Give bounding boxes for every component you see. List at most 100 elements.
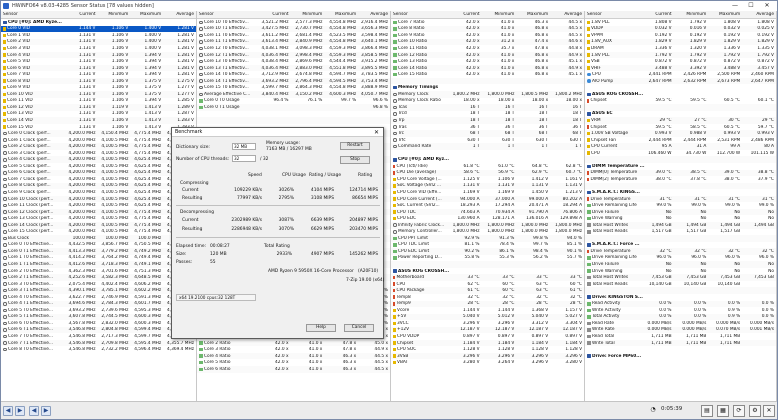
cancel-button[interactable]: Cancel bbox=[344, 324, 374, 332]
sensor-row[interactable]: Core 4 Clock (perf... 4,200.0 MHz 4,100.5 … bbox=[1, 156, 196, 164]
restart-button[interactable]: Restart bbox=[340, 142, 370, 150]
sensor-row[interactable]: Read Activity 0.0 % 0.0 % 0.0 % 0.0 % bbox=[585, 300, 776, 308]
sensor-row[interactable]: Core 1 Clock (perf... 4,200.0 MHz 4,100.5 … bbox=[1, 137, 196, 144]
sensor-row[interactable]: Core 15 VID1.131 V1.106 V1.413 V1.283 V bbox=[1, 124, 196, 131]
sensor-row[interactable]: Core 2 Clock (perf... 4,200.0 MHz 4,100.5 … bbox=[1, 143, 196, 150]
collapse-right-icon[interactable]: ▶ bbox=[15, 405, 25, 416]
sensor-row[interactable]: CPU EDC Limit 90.2 % 86.1 % 98.4 % 90.1 % bbox=[391, 248, 584, 255]
sensor-row[interactable]: Core 13 T1 Effectiv... 4,036.4 MHz 2,883.0… bbox=[197, 64, 390, 72]
column-header-current[interactable]: Current bbox=[449, 12, 482, 17]
sensor-row[interactable]: Drive Failure No No No No bbox=[585, 261, 776, 268]
dictionary-select[interactable]: 32 MB bbox=[232, 143, 256, 150]
sensor-row[interactable]: VPPM 0.192 V 0.192 V 0.192 V 0.192 V bbox=[585, 32, 776, 39]
settings-icon[interactable]: ⚙ bbox=[749, 405, 761, 417]
sensor-row[interactable]: Memory Clock 1,800.2 MHz 1,800.0 MHz 1,800.… bbox=[391, 91, 584, 98]
nav-left-icon[interactable]: ◀ bbox=[29, 405, 39, 416]
sensor-row[interactable]: Core 11 Ratio 42.0 x 35.7 x 47.8 x 44.8 x bbox=[391, 45, 584, 52]
sensor-row[interactable]: Core 13 Ratio 42.0 x 41.0 x 46.8 x 45.1 x bbox=[391, 58, 584, 65]
sensor-row[interactable]: Drive Temperature 32 °C 32 °C 32 °C 32 °C bbox=[585, 248, 776, 255]
sensor-row[interactable]: Core 0 T0 Effective... 4,432.5 MHz 3,856.7… bbox=[1, 242, 196, 249]
sensor-row[interactable]: Core 6 Clock (perf... 4,200.0 MHz 4,100.5 … bbox=[1, 169, 196, 177]
sensor-row[interactable]: Core 12 T0 Effectiv... 4,038.1 MHz 3,098.3… bbox=[197, 45, 390, 52]
sensor-row[interactable]: Temp9 28 °C 28 °C 28 °C 28 °C bbox=[391, 300, 584, 308]
sensor-row[interactable]: Core 4 VID 1.131 V 1.106 V 1.394 V 1.281 V bbox=[1, 51, 196, 59]
reset-icon[interactable]: ⟳ bbox=[733, 405, 745, 417]
sensor-row[interactable]: Command Rate 1 T 1 T 1 T 1 T bbox=[391, 143, 584, 150]
sensor-group-header[interactable]: ASUS ROG CROSSH... bbox=[391, 267, 584, 275]
column-header-minimum[interactable]: Minimum bbox=[98, 12, 131, 17]
sensor-row[interactable]: Chipset 59.5 °C 59.5 °C 60.5 °C 60.1 °C bbox=[585, 98, 776, 105]
sensor-row[interactable]: Core 4 Ratio 42.0 x 41.0 x 46.3 x 44.5 x bbox=[197, 352, 390, 360]
sensor-row[interactable]: Core 10 T0 Effectiv... 3,521.2 MHz 2,577.3… bbox=[197, 19, 390, 26]
sensor-row[interactable]: Core 7 T1 Effective... 3,546.8 MHz 2,709.8… bbox=[1, 339, 196, 347]
sensor-group-header[interactable]: ASUS EC bbox=[585, 110, 776, 118]
collapse-left-icon[interactable]: ◀ bbox=[3, 405, 13, 416]
sensor-row[interactable]: Core 5 Ratio 42.0 x 41.0 x 46.3 x 44.5 x bbox=[197, 359, 390, 366]
sensor-row[interactable]: Core 15 Ratio 42.0 x 41.0 x 46.8 x 45.1 x bbox=[391, 71, 584, 78]
sensor-row[interactable]: Total Host Writes 7,453 GB 7,453 GB 7,453 G… bbox=[585, 274, 776, 281]
sensor-row[interactable]: Tcas 16 T 16 T 16 T 16 T bbox=[391, 104, 584, 111]
sensor-row[interactable]: Core 14 T1 Effectiv... 3,693.2 MHz 2,796.4… bbox=[197, 77, 390, 85]
sensor-row[interactable]: Average Effective C... 3,840.4 MHz 3,150.2… bbox=[197, 91, 390, 98]
sensor-row[interactable]: Trcd 18 T 18 T 18 T 18 T bbox=[391, 111, 584, 118]
column-header-sensor[interactable]: Sensor bbox=[197, 12, 257, 17]
sensor-row[interactable]: +5V 5.040 V 5.012 V 5.040 V 5.027 V bbox=[391, 313, 584, 321]
exit-icon[interactable]: ✕ bbox=[763, 405, 775, 417]
sensor-row[interactable]: Total Host Writes 1,494 GB 1,494 GB 1,494 G… bbox=[585, 221, 776, 229]
logging-icon[interactable]: ▤ bbox=[701, 405, 713, 417]
sensor-row[interactable]: VBAT 3.280 V 3.264 V 3.296 V 3.280 V bbox=[391, 359, 584, 366]
sensor-row[interactable]: Drive Remaining Life 99.0 % 99.0 % 99.0 % 99… bbox=[585, 202, 776, 209]
sensor-row[interactable]: Total Activity 0.0 % 0.0 % 0.9 % 0.0 % bbox=[585, 313, 776, 321]
sensor-row[interactable]: +12V 12.187 V 12.187 V 12.187 V 12.187 V bbox=[391, 326, 584, 334]
sensor-row[interactable]: Core 11 VID 1.131 V 1.106 V 1.394 V 1.285 V bbox=[1, 98, 196, 105]
sensor-row[interactable]: Trp 18 T 18 T 18 T 18 T bbox=[391, 117, 584, 124]
sensor-row[interactable]: Core 10 VID 1.131 V 1.106 V 1.375 V 1.277 V bbox=[1, 91, 196, 98]
sensor-row[interactable]: Core 13 T0 Effectiv... 4,038.4 MHz 2,869.6… bbox=[197, 58, 390, 65]
sensor-row[interactable]: Core 5 T0 Effective... 3,693.2 MHz 2,739.6… bbox=[1, 307, 196, 314]
sensor-row[interactable]: Core 3 VID 1.131 V 1.106 V 1.400 V 1.281 V bbox=[1, 45, 196, 52]
sensor-row[interactable]: Core 5 Clock (perf... 4,200.0 MHz 4,100.5 … bbox=[1, 163, 196, 170]
sensor-row[interactable]: Core 1 T1 Effective... 4,412.6 MHz 3,718.3… bbox=[1, 261, 196, 268]
sensor-row[interactable]: Core 5 VID 1.131 V 1.106 V 1.394 V 1.281 V bbox=[1, 58, 196, 65]
sensor-row[interactable]: Core 6 Ratio 42.0 x 41.0 x 46.3 x 44.5 x bbox=[197, 365, 390, 373]
column-header-average[interactable]: Average bbox=[742, 12, 776, 17]
sensor-group-header[interactable]: CPU [#0]: AMD Ryze... bbox=[1, 19, 196, 26]
sensor-row[interactable]: Core 11 Clock (perf... 4,200.0 MHz 4,100.5… bbox=[1, 202, 196, 209]
benchmark-close-icon[interactable]: ✕ bbox=[374, 128, 379, 137]
sensor-row[interactable]: Power Reporting D... 55.8 % 55.3 % 56.2 % 55… bbox=[391, 255, 584, 262]
sensor-row[interactable]: Memory Clock Ratio 18.00 x 18.00 x 18.00 x 1… bbox=[391, 98, 584, 105]
sensor-row[interactable]: 1.8V_AUX 1.829 V 1.829 V 1.829 V 1.829 V bbox=[585, 38, 776, 46]
sensor-row[interactable]: Read Rate 0.000 MB/s 0.000 MB/s 0.000 MB/s 0… bbox=[585, 320, 776, 327]
column-header-minimum[interactable]: Minimum bbox=[482, 12, 517, 17]
sensor-row[interactable]: Core 4 T0 Effective... 3,622.7 MHz 2,746.9… bbox=[1, 294, 196, 301]
nav-right-icon[interactable]: ▶ bbox=[41, 405, 51, 416]
column-header-sensor[interactable]: Sensor bbox=[1, 12, 65, 17]
sensor-row[interactable]: Core 0 T0 Usage 96.4 % 76.1 % 99.7 % 96.6 % bbox=[197, 98, 390, 105]
sensor-row[interactable]: Core 14 Clock (perf... 4,200.0 MHz 4,100.5… bbox=[1, 221, 196, 229]
sensor-row[interactable]: 3VCC 3.296 V 3.296 V 3.312 V 3.304 V bbox=[391, 320, 584, 327]
sensor-group-header[interactable]: Drive: KINGSTON S... bbox=[585, 293, 776, 301]
sensor-row[interactable]: Core 13 VID 1.131 V 1.106 V 1.413 V 1.287 V bbox=[1, 111, 196, 118]
sensor-row[interactable]: Core 3 Clock (perf... 4,200.0 MHz 4,100.5 … bbox=[1, 150, 196, 157]
sensor-row[interactable]: Core 11 T1 Effectiv... 3,613.4 MHz 2,840.9… bbox=[197, 38, 390, 46]
sensor-row[interactable]: Core 10 T1 Effectiv... 3,427.5 MHz 2,730.7… bbox=[197, 25, 390, 33]
column-header-current[interactable]: Current bbox=[65, 12, 98, 17]
stop-button[interactable]: Stop bbox=[340, 156, 370, 164]
minimize-button[interactable]: — bbox=[727, 2, 743, 10]
sensor-row[interactable]: VDDP 0.032 V 0.016 V 0.032 V 0.025 V bbox=[585, 25, 776, 33]
sensor-row[interactable]: Memory Controller... 1,800.0 MHz 1,800.0 M… bbox=[391, 229, 584, 236]
sensor-row[interactable]: CPU Package 61 °C 60 °C 63 °C 61 °C bbox=[391, 287, 584, 294]
column-header-sensor[interactable]: Sensor bbox=[585, 12, 641, 17]
sensor-row[interactable]: Core 14 VID 1.131 V 1.106 V 1.413 V 1.283 V bbox=[1, 117, 196, 124]
sensor-row[interactable]: CPU Core Current (... 94.000 A 37.000 A 99.… bbox=[391, 195, 584, 203]
sensor-row[interactable]: Core 2 T0 Effective... 4,362.3 MHz 3,701.6… bbox=[1, 268, 196, 275]
sensor-row[interactable]: Core 15 Clock (perf... 4,200.0 MHz 4,100.5… bbox=[1, 229, 196, 236]
sensor-row[interactable]: Core 9 VID 1.131 V 1.106 V 1.375 V 1.277 V bbox=[1, 84, 196, 91]
sensor-row[interactable]: Drive Warning No No No No bbox=[585, 268, 776, 275]
threads-select[interactable]: 32 bbox=[232, 155, 256, 162]
sensor-row[interactable]: Motherboard 33 °C 33 °C 33 °C 33 °C bbox=[391, 274, 584, 281]
column-header-minimum[interactable]: Minimum bbox=[291, 12, 325, 17]
sensor-row[interactable]: Core 12 Ratio 42.0 x 41.0 x 46.8 x 44.9 x bbox=[391, 51, 584, 59]
sensor-row[interactable]: Drive Failure No No No No bbox=[585, 208, 776, 216]
sensor-row[interactable]: Infinity Fabric Clock... 1,800.0 MHz 1,800… bbox=[391, 221, 584, 229]
